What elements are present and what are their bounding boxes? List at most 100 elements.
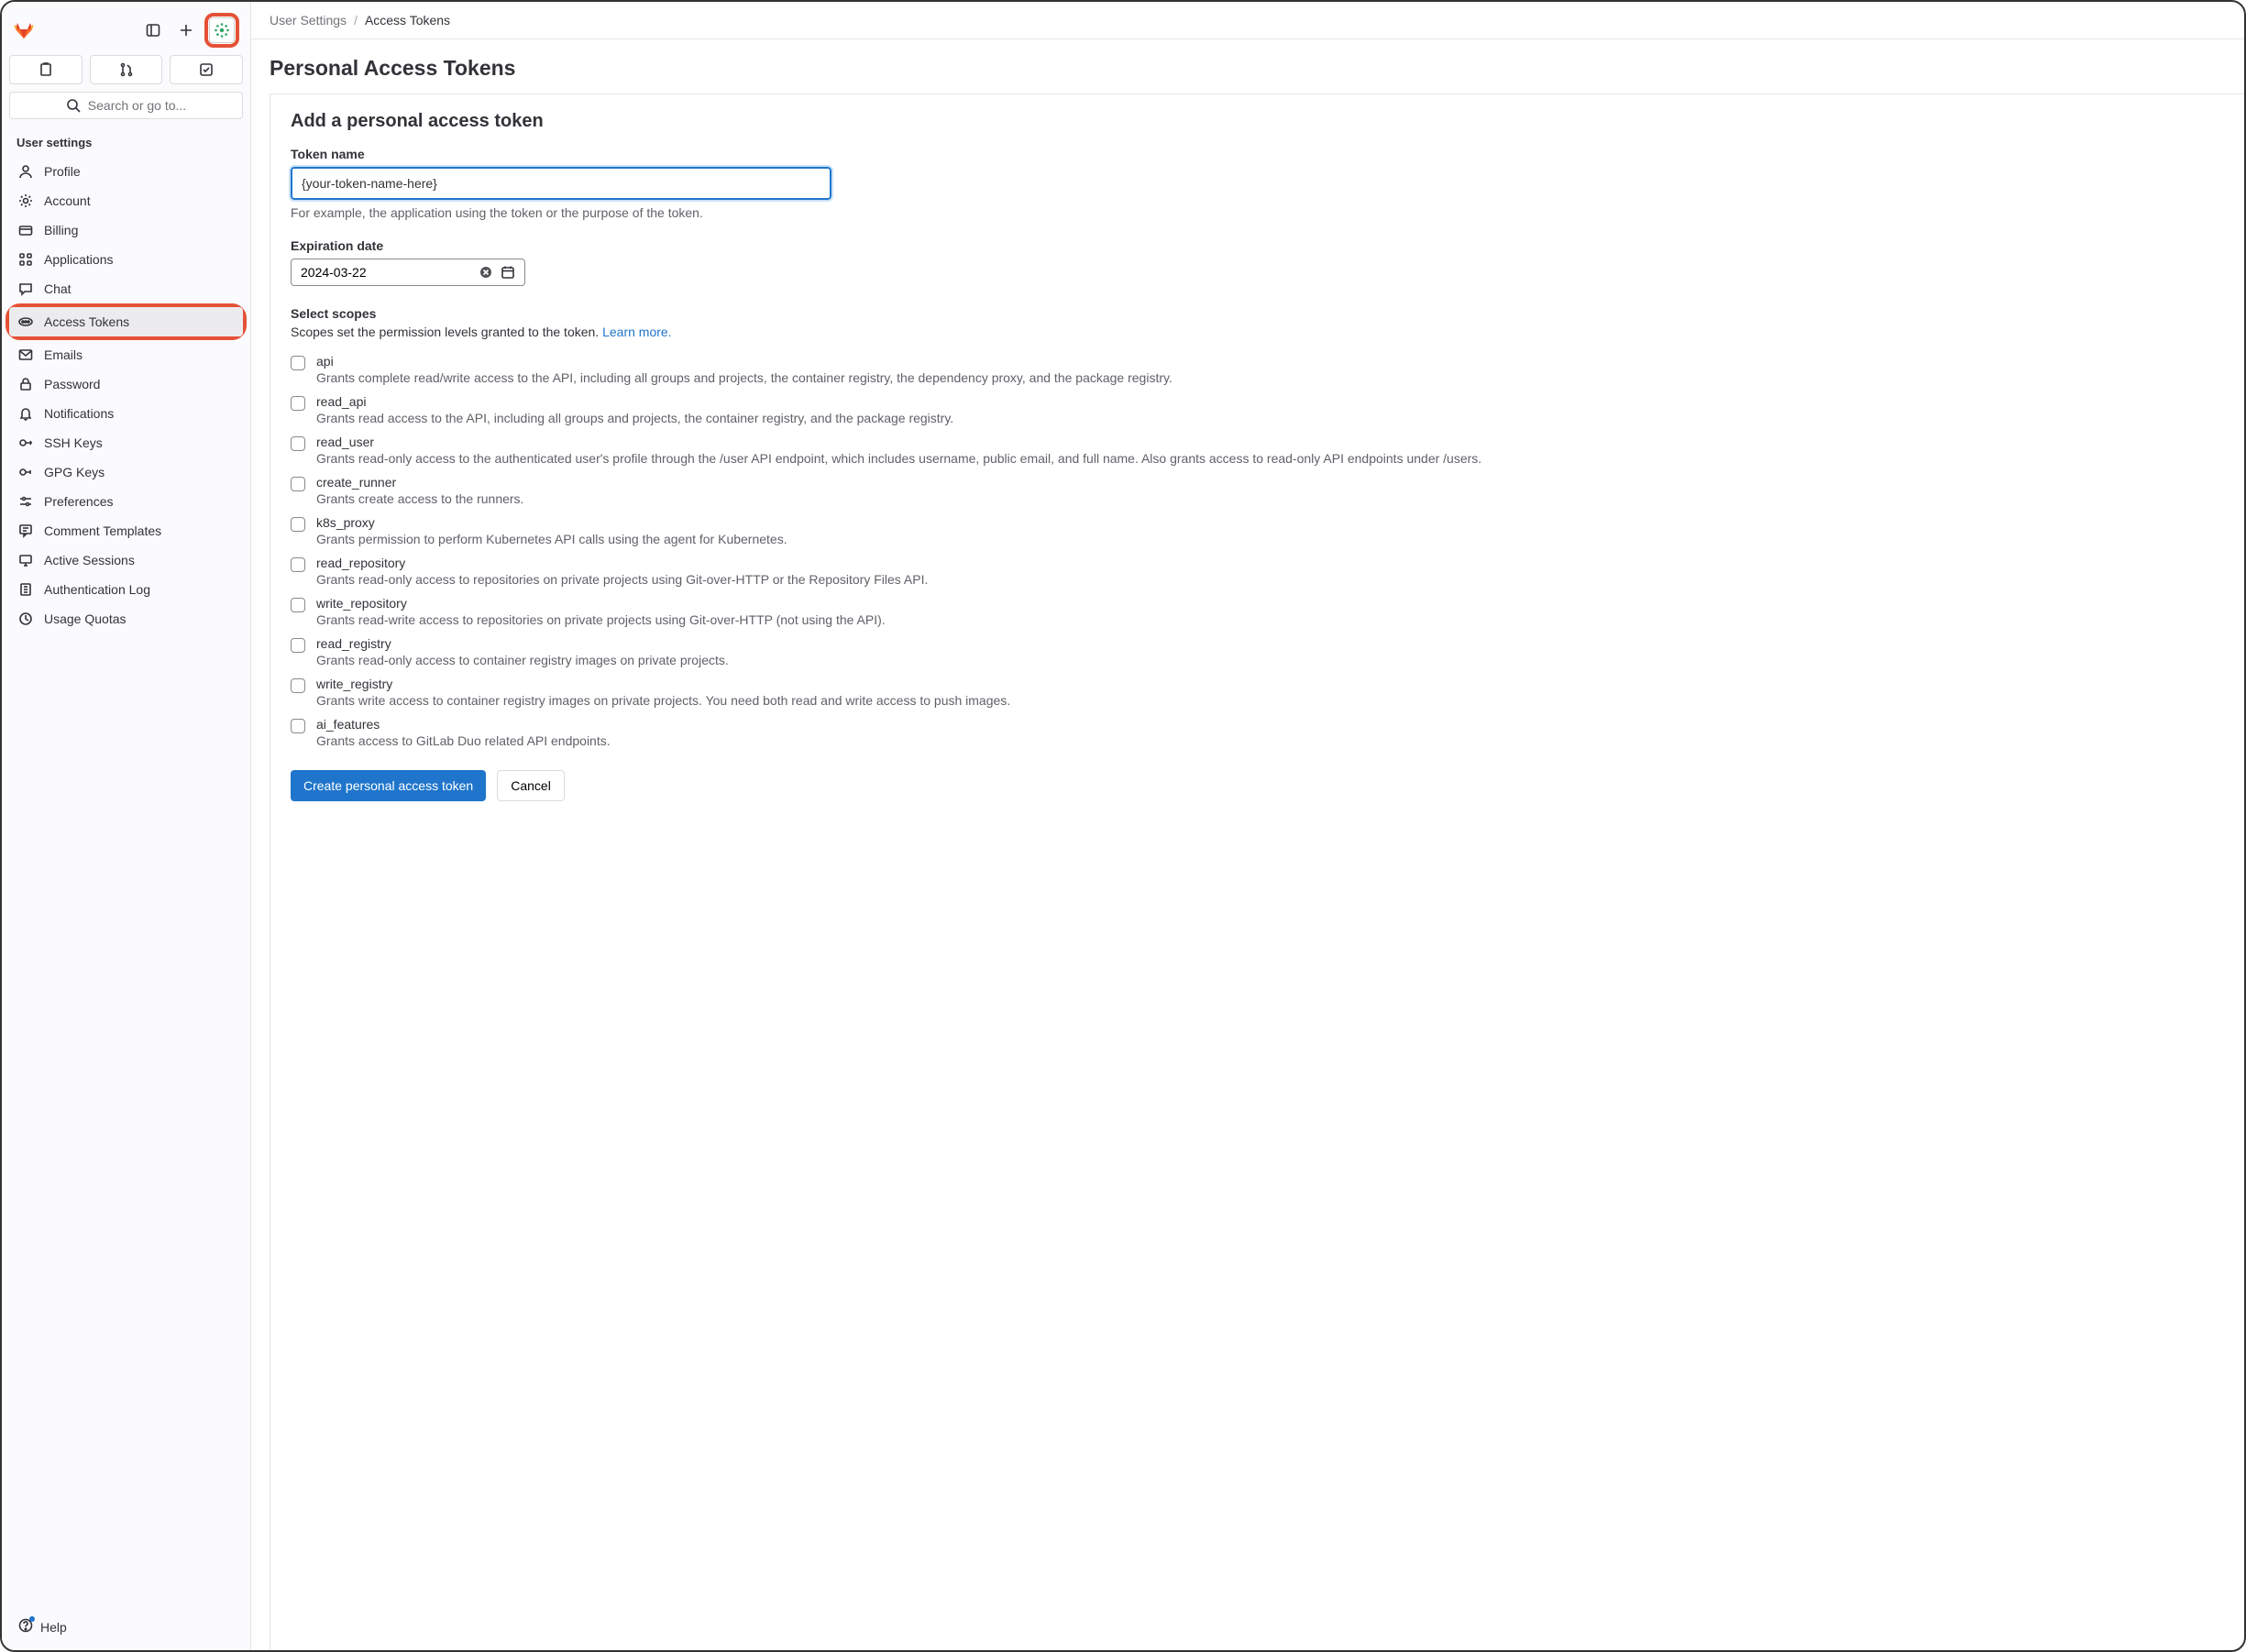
sidebar-item-label: Applications bbox=[44, 252, 114, 267]
sidebar-item-label: Billing bbox=[44, 223, 78, 237]
sidebar-nav-list: Profile Account Billing Applications Cha… bbox=[9, 157, 243, 633]
help-link[interactable]: Help bbox=[9, 1611, 243, 1643]
sidebar-item-billing[interactable]: Billing bbox=[9, 215, 243, 245]
create-token-button[interactable]: Create personal access token bbox=[291, 770, 486, 801]
todos-button[interactable] bbox=[170, 55, 243, 84]
scope-checkbox[interactable] bbox=[291, 396, 305, 411]
sidebar-item-comment-templates[interactable]: Comment Templates bbox=[9, 516, 243, 545]
scope-checkbox[interactable] bbox=[291, 436, 305, 451]
scope-item-read_registry: read_registry Grants read-only access to … bbox=[291, 636, 2224, 667]
sidebar-item-emails[interactable]: Emails bbox=[9, 340, 243, 369]
scope-description: Grants create access to the runners. bbox=[316, 491, 2224, 506]
sidebar-item-applications[interactable]: Applications bbox=[9, 245, 243, 274]
scope-description: Grants permission to perform Kubernetes … bbox=[316, 532, 2224, 546]
search-placeholder: Search or go to... bbox=[88, 98, 186, 113]
scope-name: create_runner bbox=[316, 475, 2224, 490]
sidebar-item-label: GPG Keys bbox=[44, 465, 105, 479]
scope-item-create_runner: create_runnerGrants create access to the… bbox=[291, 475, 2224, 506]
scope-checkbox[interactable] bbox=[291, 678, 305, 693]
expiration-label: Expiration date bbox=[291, 238, 2224, 253]
sidebar-item-label: Emails bbox=[44, 347, 83, 362]
scope-checkbox[interactable] bbox=[291, 557, 305, 572]
scopes-label: Select scopes bbox=[291, 306, 2224, 321]
scope-name: read_registry bbox=[316, 636, 2224, 651]
token-name-helper: For example, the application using the t… bbox=[291, 205, 2224, 220]
sidebar-item-account[interactable]: Account bbox=[9, 186, 243, 215]
scope-checkbox[interactable] bbox=[291, 356, 305, 370]
breadcrumb-parent[interactable]: User Settings bbox=[270, 13, 347, 28]
sidebar-item-label: SSH Keys bbox=[44, 435, 103, 450]
sidebar-top-row bbox=[9, 9, 243, 55]
sidebar-panel-icon[interactable] bbox=[138, 16, 168, 45]
scope-item-read_user: read_user Grants read-only access to the … bbox=[291, 435, 2224, 466]
sidebar-item-password[interactable]: Password bbox=[9, 369, 243, 399]
sidebar-item-label: Notifications bbox=[44, 406, 114, 421]
sidebar-button-row bbox=[9, 55, 243, 92]
cancel-button[interactable]: Cancel bbox=[497, 770, 565, 801]
scope-description: Grants write access to container registr… bbox=[316, 693, 2224, 708]
scope-checkbox[interactable] bbox=[291, 477, 305, 491]
scope-name: write_registry bbox=[316, 677, 2224, 691]
scopes-learn-more-link[interactable]: Learn more. bbox=[602, 325, 671, 339]
token-name-input[interactable] bbox=[291, 167, 831, 200]
user-avatar-highlighted[interactable] bbox=[204, 13, 239, 48]
expiration-input-wrap[interactable] bbox=[291, 259, 525, 286]
scope-description: Grants access to GitLab Duo related API … bbox=[316, 733, 2224, 748]
add-icon[interactable] bbox=[171, 16, 201, 45]
main-content: User Settings / Access Tokens Personal A… bbox=[251, 2, 2244, 1650]
form-panel: Add a personal access token Token name F… bbox=[270, 94, 2244, 1650]
scope-item-write_registry: write_registry Grants write access to con… bbox=[291, 677, 2224, 708]
sidebar-item-label: Profile bbox=[44, 164, 81, 179]
scope-checkbox[interactable] bbox=[291, 517, 305, 532]
scopes-help: Scopes set the permission levels granted… bbox=[291, 325, 2224, 339]
sidebar: Search or go to... User settings Profile… bbox=[2, 2, 251, 1650]
scope-checkbox[interactable] bbox=[291, 719, 305, 733]
sidebar-item-label: Usage Quotas bbox=[44, 611, 127, 626]
scope-checkbox[interactable] bbox=[291, 598, 305, 612]
expiration-input[interactable] bbox=[301, 265, 471, 280]
scope-description: Grants read access to the API, including… bbox=[316, 411, 2224, 425]
sidebar-item-profile[interactable]: Profile bbox=[9, 157, 243, 186]
breadcrumb-current: Access Tokens bbox=[365, 13, 450, 28]
sidebar-item-label: Preferences bbox=[44, 494, 113, 509]
sidebar-item-notifications[interactable]: Notifications bbox=[9, 399, 243, 428]
search-box[interactable]: Search or go to... bbox=[9, 92, 243, 119]
sidebar-item-usage-quotas[interactable]: Usage Quotas bbox=[9, 604, 243, 633]
sidebar-item-chat[interactable]: Chat bbox=[9, 274, 243, 303]
clear-icon[interactable] bbox=[479, 265, 493, 280]
scope-name: write_repository bbox=[316, 596, 2224, 611]
scope-name: read_api bbox=[316, 394, 2224, 409]
scope-name: read_user bbox=[316, 435, 2224, 449]
scope-item-api: apiGrants complete read/write access to … bbox=[291, 354, 2224, 385]
form-title: Add a personal access token bbox=[291, 111, 2224, 132]
scope-name: ai_features bbox=[316, 717, 2224, 732]
scope-item-write_repository: write_repositoryGrants read-write access… bbox=[291, 596, 2224, 627]
sidebar-section-header: User settings bbox=[9, 130, 243, 157]
sidebar-item-label: Account bbox=[44, 193, 91, 208]
breadcrumb: User Settings / Access Tokens bbox=[251, 2, 2244, 39]
sidebar-item-preferences[interactable]: Preferences bbox=[9, 487, 243, 516]
scope-description: Grants read-write access to repositories… bbox=[316, 612, 2224, 627]
scope-item-read_api: read_api Grants read access to the API, i… bbox=[291, 394, 2224, 425]
help-label: Help bbox=[40, 1620, 67, 1635]
sidebar-item-label: Comment Templates bbox=[44, 523, 161, 538]
sidebar-item-active-sessions[interactable]: Active Sessions bbox=[9, 545, 243, 575]
scope-item-ai_features: ai_featuresGrants access to GitLab Duo r… bbox=[291, 717, 2224, 748]
scope-item-k8s_proxy: k8s_proxy Grants permission to perform Ku… bbox=[291, 515, 2224, 546]
scope-description: Grants read-only access to container reg… bbox=[316, 653, 2224, 667]
issues-button[interactable] bbox=[9, 55, 83, 84]
sidebar-item-ssh-keys[interactable]: SSH Keys bbox=[9, 428, 243, 457]
merge-requests-button[interactable] bbox=[90, 55, 163, 84]
sidebar-item-label: Password bbox=[44, 377, 100, 391]
sidebar-item-access-tokens-highlight: Access Tokens bbox=[6, 303, 247, 340]
sidebar-item-label: Chat bbox=[44, 281, 72, 296]
calendar-icon[interactable] bbox=[501, 265, 515, 280]
sidebar-item-authentication-log[interactable]: Authentication Log bbox=[9, 575, 243, 604]
scope-checkbox[interactable] bbox=[291, 638, 305, 653]
token-name-label: Token name bbox=[291, 147, 2224, 161]
scope-description: Grants read-only access to the authentic… bbox=[316, 451, 2224, 466]
sidebar-item-gpg-keys[interactable]: GPG Keys bbox=[9, 457, 243, 487]
help-icon bbox=[18, 1618, 33, 1635]
sidebar-item-access-tokens[interactable]: Access Tokens bbox=[9, 307, 243, 336]
scope-name: k8s_proxy bbox=[316, 515, 2224, 530]
